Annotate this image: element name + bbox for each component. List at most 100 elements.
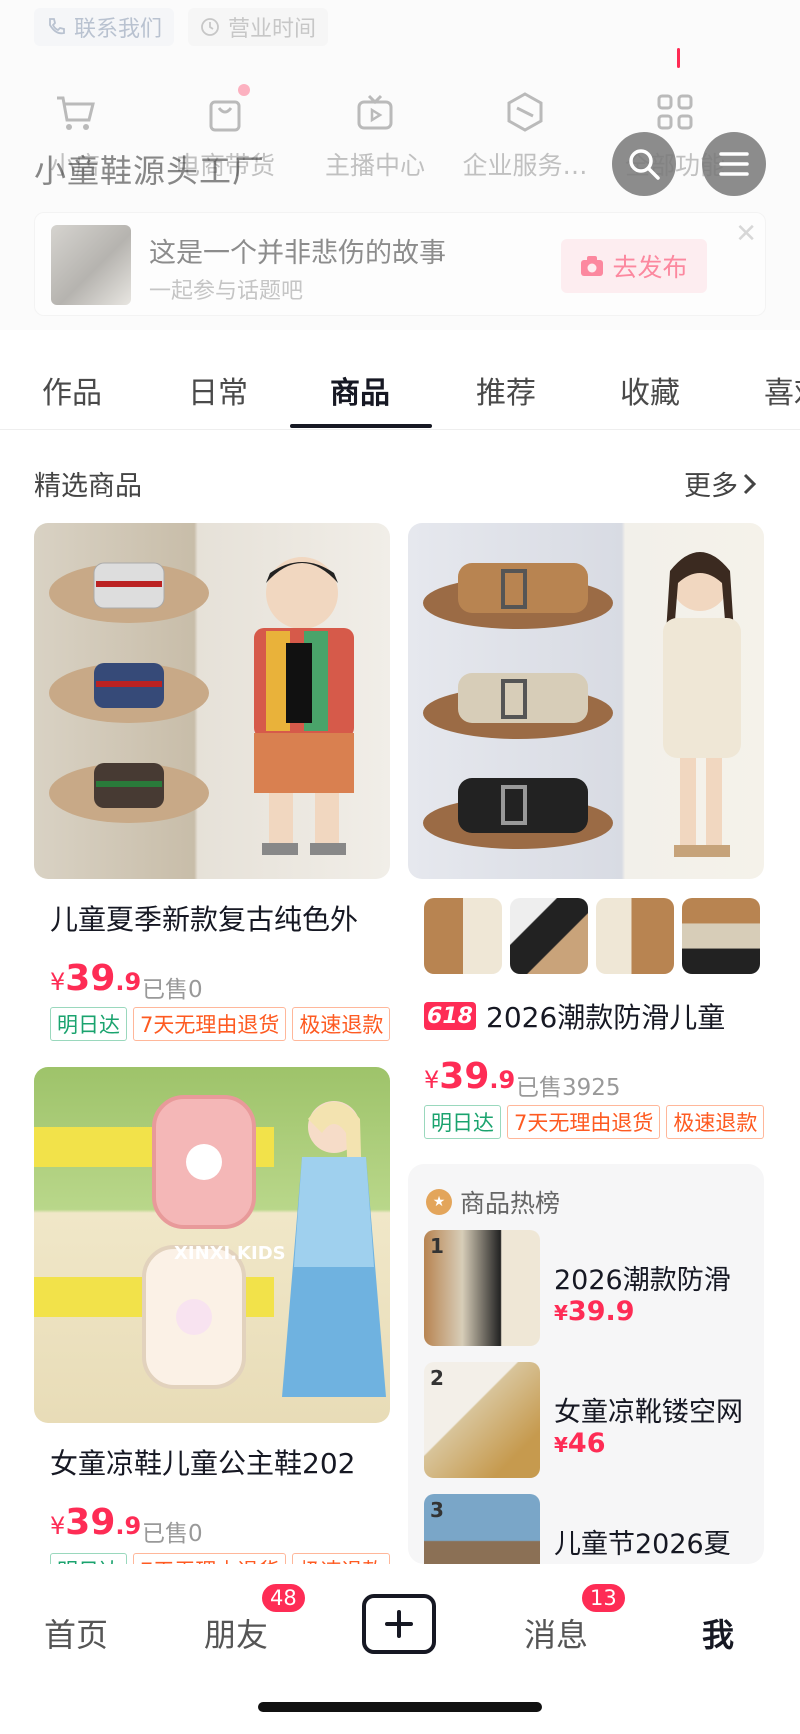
variant-thumbnail[interactable]	[682, 898, 760, 974]
tab-products[interactable]: 商品	[330, 368, 390, 412]
post-label: 去发布	[612, 253, 688, 282]
tab-recommend[interactable]: 推荐	[476, 368, 536, 412]
variant-thumbnail[interactable]	[510, 898, 588, 974]
business-hours-button[interactable]: 营业时间	[188, 8, 329, 46]
variant-thumbnail[interactable]	[424, 898, 502, 974]
search-button[interactable]	[612, 132, 676, 196]
rank-title: 2026潮款防滑	[554, 1265, 731, 1296]
topic-card[interactable]: 这是一个并非悲伤的故事 一起参与话题吧 去发布 ✕	[34, 212, 766, 316]
product-photo	[49, 557, 354, 855]
hot-rank-panel[interactable]: ★ 商品热榜 1 2026潮款防滑 ¥39.9 2 女童凉靴镂空网 ¥46 3 …	[408, 1164, 764, 1564]
close-icon[interactable]: ✕	[735, 219, 757, 249]
price-integer: 39	[65, 1502, 116, 1543]
price-integer: 39	[65, 958, 116, 999]
tab-daily[interactable]: 日常	[188, 368, 248, 412]
service-enterprise[interactable]: 企业服务…	[450, 90, 600, 182]
product-title-row: 618 2026潮款防滑儿童	[424, 996, 725, 1036]
product-photo	[423, 552, 741, 857]
post-button[interactable]: 去发布	[561, 239, 707, 293]
product-price: ¥ 39 .9	[50, 958, 141, 999]
hamburger-icon	[719, 152, 749, 176]
tab-works[interactable]: 作品	[42, 368, 102, 412]
rank-item[interactable]: 2 女童凉靴镂空网 ¥46	[424, 1362, 754, 1478]
product-price: ¥ 39 .9	[50, 1502, 141, 1543]
hours-label: 营业时间	[228, 17, 317, 42]
promo-badge-618: 618	[424, 1002, 476, 1030]
menu-button[interactable]	[702, 132, 766, 196]
currency-symbol: ¥	[554, 1433, 568, 1457]
currency-symbol: ¥	[50, 1512, 66, 1540]
product-photo: XINXI.KIDS	[34, 1095, 386, 1397]
clock-icon	[201, 18, 219, 36]
product-image: XINXI.KIDS	[34, 1067, 390, 1423]
rank-title: 女童凉靴镂空网	[554, 1397, 743, 1428]
currency-symbol: ¥	[554, 1301, 568, 1325]
rank-number: 1	[430, 1234, 444, 1258]
tag-refund: 极速退款	[292, 1007, 391, 1041]
topic-title: 这是一个并非悲伤的故事	[149, 238, 446, 269]
contact-row: 联系我们 营业时间	[34, 8, 329, 46]
notification-marker	[677, 48, 680, 68]
profile-tabs: 作品 日常 商品 推荐 收藏 喜欢	[0, 342, 800, 430]
section-title: 精选商品	[34, 471, 142, 502]
plus-icon	[385, 1610, 413, 1638]
price-decimal: .9	[115, 1512, 142, 1540]
tab-likes[interactable]: 喜欢	[764, 368, 800, 412]
variant-thumbnails	[424, 898, 760, 974]
trophy-icon: ★	[426, 1189, 452, 1215]
topic-subtitle: 一起参与话题吧	[149, 279, 304, 304]
rank-number: 3	[430, 1498, 444, 1522]
bag-icon	[209, 100, 241, 132]
hot-rank-header: ★ 商品热榜	[426, 1184, 560, 1220]
tag-refund: 极速退款	[666, 1105, 765, 1139]
profile-header: 联系我们 营业时间 小店 电商带货 主播中心 企业服务… 全部功能	[0, 0, 800, 330]
product-title: 女童凉鞋儿童公主鞋202	[50, 1447, 356, 1480]
product-price: ¥ 39 .9	[424, 1056, 515, 1097]
service-label: 主播中心	[324, 151, 425, 180]
phone-icon	[49, 18, 65, 35]
cart-icon	[57, 96, 95, 130]
currency-symbol: ¥	[50, 968, 66, 996]
enterprise-icon	[507, 92, 543, 132]
rank-price-value: 46	[567, 1428, 606, 1459]
nav-friends[interactable]: 朋友	[204, 1610, 268, 1656]
live-icon	[357, 94, 393, 130]
rank-price-value: 39.9	[567, 1296, 635, 1327]
more-label: 更多	[684, 471, 738, 502]
price-integer: 39	[439, 1056, 490, 1097]
service-anchor-center[interactable]: 主播中心	[300, 90, 450, 182]
bottom-nav: 首页 朋友 48 消息 13 我	[0, 1564, 800, 1734]
product-image	[408, 523, 764, 879]
contact-label: 联系我们	[74, 17, 163, 42]
product-title: 2026潮款防滑儿童	[486, 1001, 726, 1034]
messages-badge: 13	[580, 1582, 627, 1614]
tag-return: 7天无理由退货	[133, 1007, 287, 1041]
price-decimal: .9	[115, 968, 142, 996]
sold-count: 已售0	[142, 1521, 203, 1547]
image-watermark: XINXI.KIDS	[174, 1243, 286, 1264]
friends-badge: 48	[260, 1582, 307, 1614]
shop-name: 小童鞋源头工厂	[34, 152, 266, 190]
tab-favorites[interactable]: 收藏	[620, 368, 680, 412]
new-dot	[238, 84, 250, 96]
rank-item[interactable]: 1 2026潮款防滑 ¥39.9	[424, 1230, 754, 1346]
rank-price: ¥39.9	[554, 1296, 635, 1327]
rank-item[interactable]: 3 儿童节2026夏 ¥79	[424, 1494, 754, 1564]
active-tab-indicator	[290, 424, 432, 428]
nav-home[interactable]: 首页	[44, 1610, 108, 1656]
grid-icon	[657, 94, 693, 130]
nav-messages[interactable]: 消息	[524, 1610, 588, 1656]
service-label: 企业服务…	[462, 151, 588, 180]
nav-me[interactable]: 我	[702, 1610, 734, 1656]
variant-thumbnail[interactable]	[596, 898, 674, 974]
home-indicator	[258, 1702, 542, 1712]
contact-button[interactable]: 联系我们	[34, 8, 175, 46]
tag-next-day: 明日达	[50, 1007, 127, 1041]
more-link[interactable]: 更多	[684, 464, 758, 503]
service-tags: 明日达 7天无理由退货 极速退款	[50, 1007, 391, 1041]
search-icon	[629, 149, 660, 180]
topic-thumbnail	[51, 225, 131, 305]
rank-number: 2	[430, 1366, 444, 1390]
tag-return: 7天无理由退货	[507, 1105, 661, 1139]
create-button[interactable]	[362, 1594, 436, 1654]
